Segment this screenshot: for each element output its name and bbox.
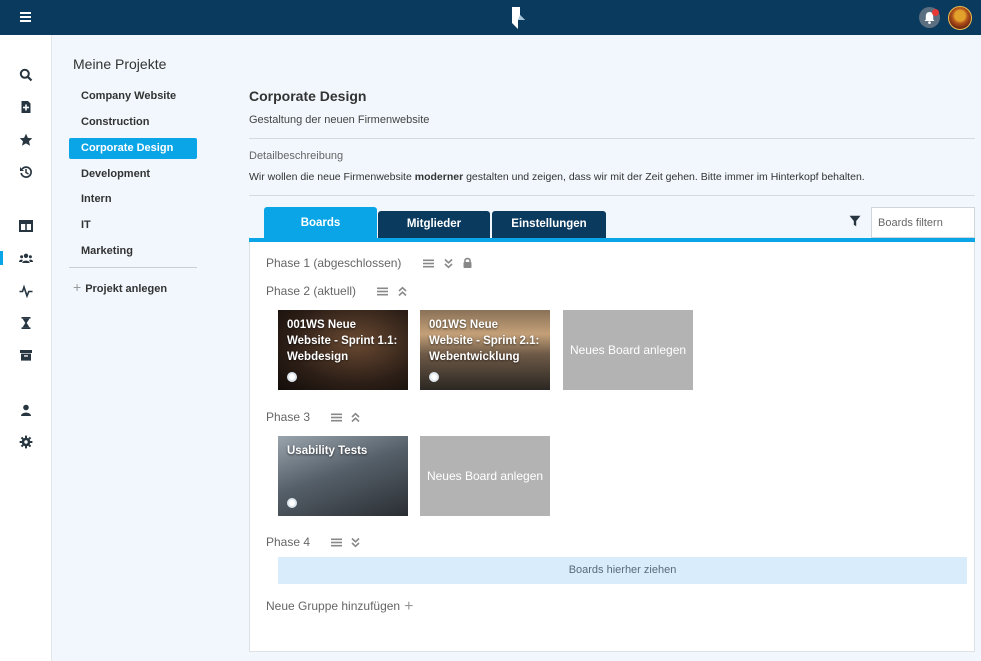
- archive-icon[interactable]: [19, 348, 33, 362]
- sidebar-title: Meine Projekte: [73, 56, 167, 72]
- globe-icon: [429, 372, 439, 382]
- board-card[interactable]: 001WS Neue Website - Sprint 1.1: Webdesi…: [278, 310, 408, 390]
- expand-icon[interactable]: [350, 537, 361, 548]
- filter-icon[interactable]: [849, 215, 861, 227]
- board-card[interactable]: 001WS Neue Website - Sprint 2.1: Webentw…: [420, 310, 550, 390]
- reorder-icon[interactable]: [377, 286, 388, 297]
- project-item-corporate-design[interactable]: Corporate Design: [69, 138, 197, 159]
- add-document-icon[interactable]: [19, 100, 33, 114]
- board-icon[interactable]: [19, 219, 33, 233]
- project-subtitle: Gestaltung der neuen Firmenwebsite: [249, 114, 430, 126]
- project-item-it[interactable]: IT: [69, 215, 197, 236]
- activity-icon[interactable]: [19, 284, 33, 298]
- expand-icon[interactable]: [443, 258, 454, 269]
- reorder-icon[interactable]: [331, 537, 342, 548]
- board-title: 001WS Neue Website - Sprint 1.1: Webdesi…: [287, 319, 398, 363]
- project-item-development[interactable]: Development: [69, 164, 197, 185]
- user-avatar[interactable]: [948, 6, 972, 30]
- project-item-construction[interactable]: Construction: [69, 112, 197, 133]
- divider: [249, 138, 975, 139]
- reorder-icon[interactable]: [331, 412, 342, 423]
- collapse-icon[interactable]: [350, 412, 361, 423]
- tab-einstellungen[interactable]: Einstellungen: [492, 211, 606, 239]
- plus-icon: +: [73, 279, 82, 295]
- board-dropzone[interactable]: Boards hierher ziehen: [278, 557, 967, 584]
- phase-title: Phase 4: [266, 535, 311, 549]
- tab-mitglieder[interactable]: Mitglieder: [378, 211, 490, 239]
- hourglass-icon[interactable]: [19, 316, 33, 330]
- board-title: 001WS Neue Website - Sprint 2.1: Webentw…: [429, 319, 540, 363]
- project-item-company-website[interactable]: Company Website: [69, 86, 197, 107]
- search-icon[interactable]: [19, 68, 33, 82]
- settings-icon[interactable]: [19, 435, 33, 449]
- globe-icon: [287, 372, 297, 382]
- history-icon[interactable]: [19, 165, 33, 179]
- reorder-icon[interactable]: [423, 258, 434, 269]
- star-icon[interactable]: [19, 133, 33, 147]
- project-item-marketing[interactable]: Marketing: [69, 241, 197, 262]
- detail-description: Wir wollen die neue Firmenwebsite modern…: [249, 171, 865, 183]
- phase-title: Phase 1 (abgeschlossen): [266, 256, 402, 270]
- tab-boards[interactable]: Boards: [264, 207, 377, 240]
- project-title: Corporate Design: [249, 88, 367, 104]
- board-card[interactable]: Usability Tests: [278, 436, 408, 516]
- board-filter-input[interactable]: [871, 207, 975, 238]
- project-item-intern[interactable]: Intern: [69, 189, 197, 210]
- add-project-button[interactable]: + Projekt anlegen: [73, 279, 167, 295]
- board-title: Usability Tests: [287, 445, 368, 457]
- detail-label: Detailbeschreibung: [249, 150, 344, 162]
- divider: [249, 195, 975, 196]
- plus-icon: +: [404, 598, 414, 615]
- add-group-button[interactable]: Neue Gruppe hinzufügen +: [266, 598, 413, 616]
- sidebar-divider: [69, 267, 197, 268]
- user-icon[interactable]: [19, 403, 33, 417]
- app-logo[interactable]: [509, 6, 527, 30]
- rail-active-indicator: [0, 251, 3, 265]
- phase-title: Phase 3: [266, 410, 311, 424]
- phase-title: Phase 2 (aktuell): [266, 284, 357, 298]
- lock-icon: [463, 257, 472, 268]
- globe-icon: [287, 498, 297, 508]
- new-board-button[interactable]: Neues Board anlegen: [563, 310, 693, 390]
- team-icon[interactable]: [19, 251, 33, 265]
- top-bar: [0, 0, 981, 35]
- collapse-icon[interactable]: [397, 286, 408, 297]
- new-board-button[interactable]: Neues Board anlegen: [420, 436, 550, 516]
- notification-dot: [932, 9, 939, 16]
- menu-icon[interactable]: [20, 12, 31, 22]
